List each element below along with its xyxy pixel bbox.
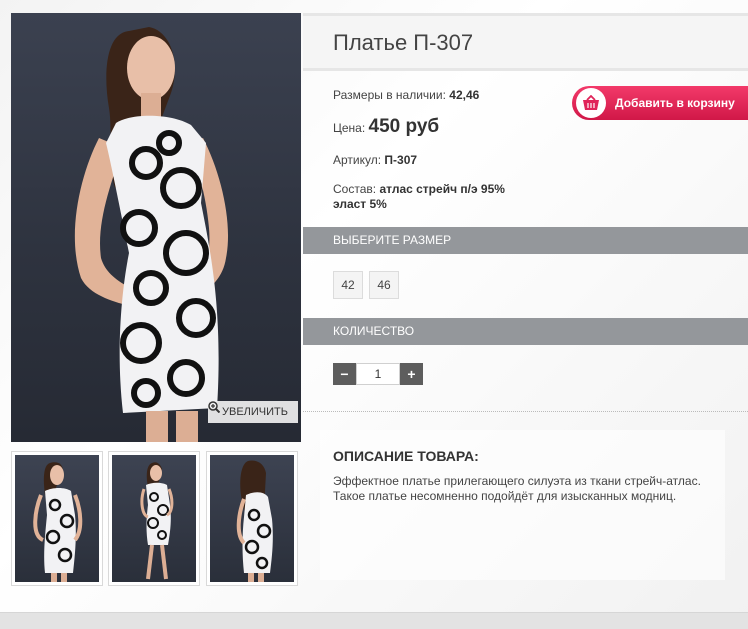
description-text: Эффектное платье прилегающего силуэта из… xyxy=(333,474,701,503)
basket-icon xyxy=(576,88,606,118)
price-label: Цена: xyxy=(333,121,366,135)
article-value: П-307 xyxy=(384,153,418,167)
thumbnail-2[interactable] xyxy=(108,451,200,586)
add-to-cart-label: Добавить в корзину xyxy=(615,96,735,110)
composition-row: Состав: атлас стрейч п/э 95% эласт 5% xyxy=(333,182,505,212)
divider xyxy=(303,411,748,412)
quantity-decrement-button[interactable]: − xyxy=(333,363,356,385)
zoom-button-label: УВЕЛИЧИТЬ xyxy=(222,406,288,418)
composition-label: Состав: xyxy=(333,182,377,196)
title-box: Платье П-307 xyxy=(303,13,748,71)
price-value: 450 руб xyxy=(368,116,440,137)
sizes-available-label: Размеры в наличии: xyxy=(333,88,446,102)
size-section-header: ВЫБЕРИТЕ РАЗМЕР xyxy=(303,227,748,254)
composition-value-line1: атлас стрейч п/э 95% xyxy=(379,182,505,196)
product-title: Платье П-307 xyxy=(333,30,474,55)
price-row: Цена: 450 руб xyxy=(333,116,439,138)
article-label: Артикул: xyxy=(333,153,382,167)
sizes-available-value: 42,46 xyxy=(449,88,480,102)
sizes-available-row: Размеры в наличии: 42,46 xyxy=(333,88,479,102)
thumbnail-1[interactable] xyxy=(11,451,103,586)
size-option-46[interactable]: 46 xyxy=(369,271,399,299)
footer-bar xyxy=(0,612,748,629)
description-title: ОПИСАНИЕ ТОВАРА: xyxy=(333,448,479,464)
add-to-cart-button[interactable]: Добавить в корзину xyxy=(572,86,748,120)
main-product-photo[interactable]: УВЕЛИЧИТЬ xyxy=(11,13,301,442)
composition-value-line2: эласт 5% xyxy=(333,197,387,211)
thumbnail-3[interactable] xyxy=(206,451,298,586)
zoom-button[interactable]: УВЕЛИЧИТЬ xyxy=(208,401,298,423)
article-row: Артикул: П-307 xyxy=(333,153,417,167)
quantity-section-header: КОЛИЧЕСТВО xyxy=(303,318,748,345)
quantity-input[interactable]: 1 xyxy=(356,363,400,385)
size-option-42[interactable]: 42 xyxy=(333,271,363,299)
quantity-increment-button[interactable]: + xyxy=(400,363,423,385)
